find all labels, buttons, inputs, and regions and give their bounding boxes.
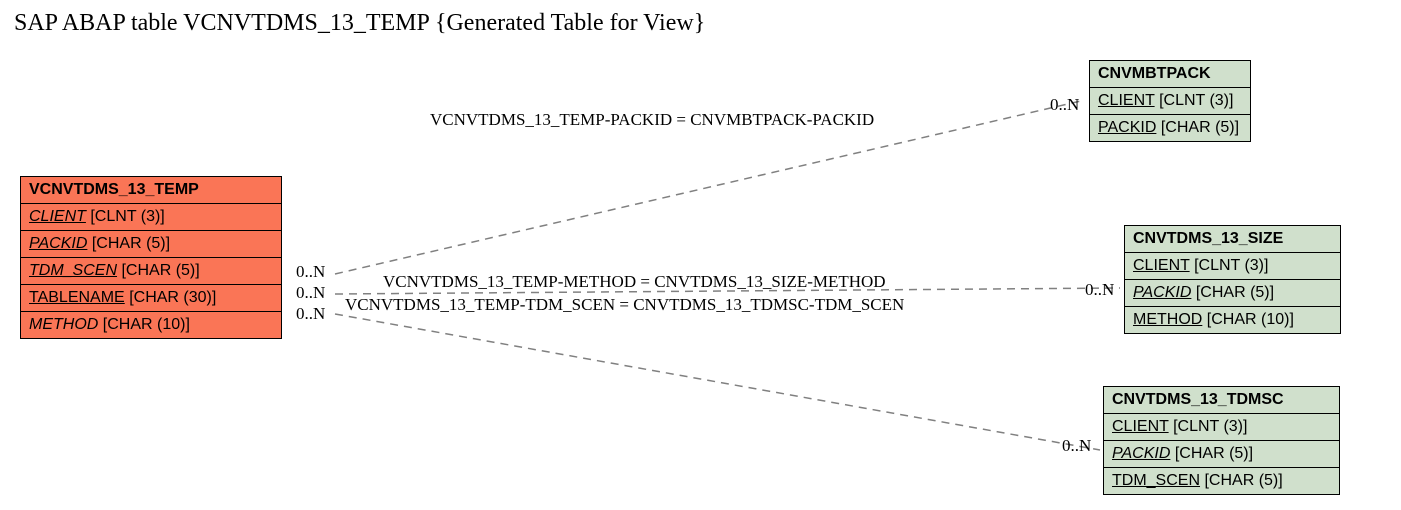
entity-field: METHOD [CHAR (10)] xyxy=(1125,307,1340,333)
entity-cnvmbtpack: CNVMBTPACK CLIENT [CLNT (3)] PACKID [CHA… xyxy=(1089,60,1251,142)
entity-header: CNVTDMS_13_SIZE xyxy=(1125,226,1340,253)
page-title: SAP ABAP table VCNVTDMS_13_TEMP {Generat… xyxy=(14,10,705,37)
cardinality: 0..N xyxy=(1050,95,1079,115)
entity-field: CLIENT [CLNT (3)] xyxy=(1090,88,1250,115)
entity-field: PACKID [CHAR (5)] xyxy=(1104,441,1339,468)
entity-header: CNVMBTPACK xyxy=(1090,61,1250,88)
cardinality: 0..N xyxy=(296,304,325,324)
cardinality: 0..N xyxy=(296,262,325,282)
entity-field: TDM_SCEN [CHAR (5)] xyxy=(1104,468,1339,494)
entity-cnvtdms-13-size: CNVTDMS_13_SIZE CLIENT [CLNT (3)] PACKID… xyxy=(1124,225,1341,334)
entity-header: CNVTDMS_13_TDMSC xyxy=(1104,387,1339,414)
entity-field: CLIENT [CLNT (3)] xyxy=(1125,253,1340,280)
relation-label: VCNVTDMS_13_TEMP-METHOD = CNVTDMS_13_SIZ… xyxy=(383,272,886,292)
relation-label: VCNVTDMS_13_TEMP-PACKID = CNVMBTPACK-PAC… xyxy=(430,110,874,130)
entity-field: PACKID [CHAR (5)] xyxy=(21,231,281,258)
entity-field: CLIENT [CLNT (3)] xyxy=(21,204,281,231)
entity-field: TDM_SCEN [CHAR (5)] xyxy=(21,258,281,285)
relation-label: VCNVTDMS_13_TEMP-TDM_SCEN = CNVTDMS_13_T… xyxy=(345,295,904,315)
entity-vcnvtdms-13-temp: VCNVTDMS_13_TEMP CLIENT [CLNT (3)] PACKI… xyxy=(20,176,282,339)
entity-field: PACKID [CHAR (5)] xyxy=(1125,280,1340,307)
entity-cnvtdms-13-tdmsc: CNVTDMS_13_TDMSC CLIENT [CLNT (3)] PACKI… xyxy=(1103,386,1340,495)
entity-field: CLIENT [CLNT (3)] xyxy=(1104,414,1339,441)
cardinality: 0..N xyxy=(1062,436,1091,456)
entity-field: METHOD [CHAR (10)] xyxy=(21,312,281,338)
entity-field: TABLENAME [CHAR (30)] xyxy=(21,285,281,312)
cardinality: 0..N xyxy=(296,283,325,303)
cardinality: 0..N xyxy=(1085,280,1114,300)
entity-header: VCNVTDMS_13_TEMP xyxy=(21,177,281,204)
entity-field: PACKID [CHAR (5)] xyxy=(1090,115,1250,141)
